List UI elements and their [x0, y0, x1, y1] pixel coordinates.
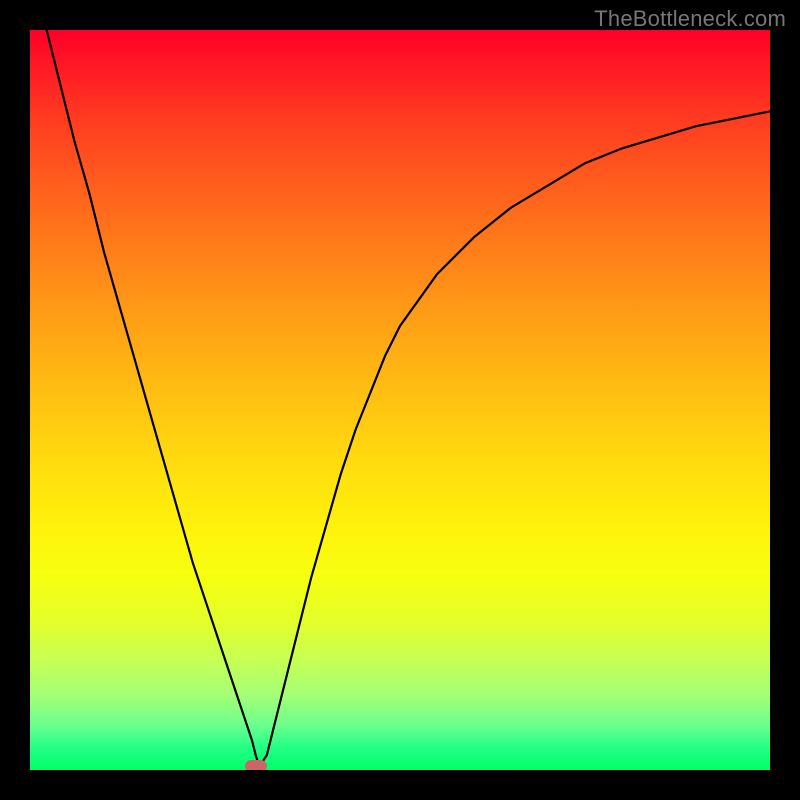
- watermark-text: TheBottleneck.com: [594, 6, 786, 32]
- bottleneck-curve: [30, 30, 770, 766]
- curve-svg: [30, 30, 770, 770]
- optimal-marker: [245, 760, 267, 770]
- plot-area: [30, 30, 770, 770]
- chart-frame: TheBottleneck.com: [0, 0, 800, 800]
